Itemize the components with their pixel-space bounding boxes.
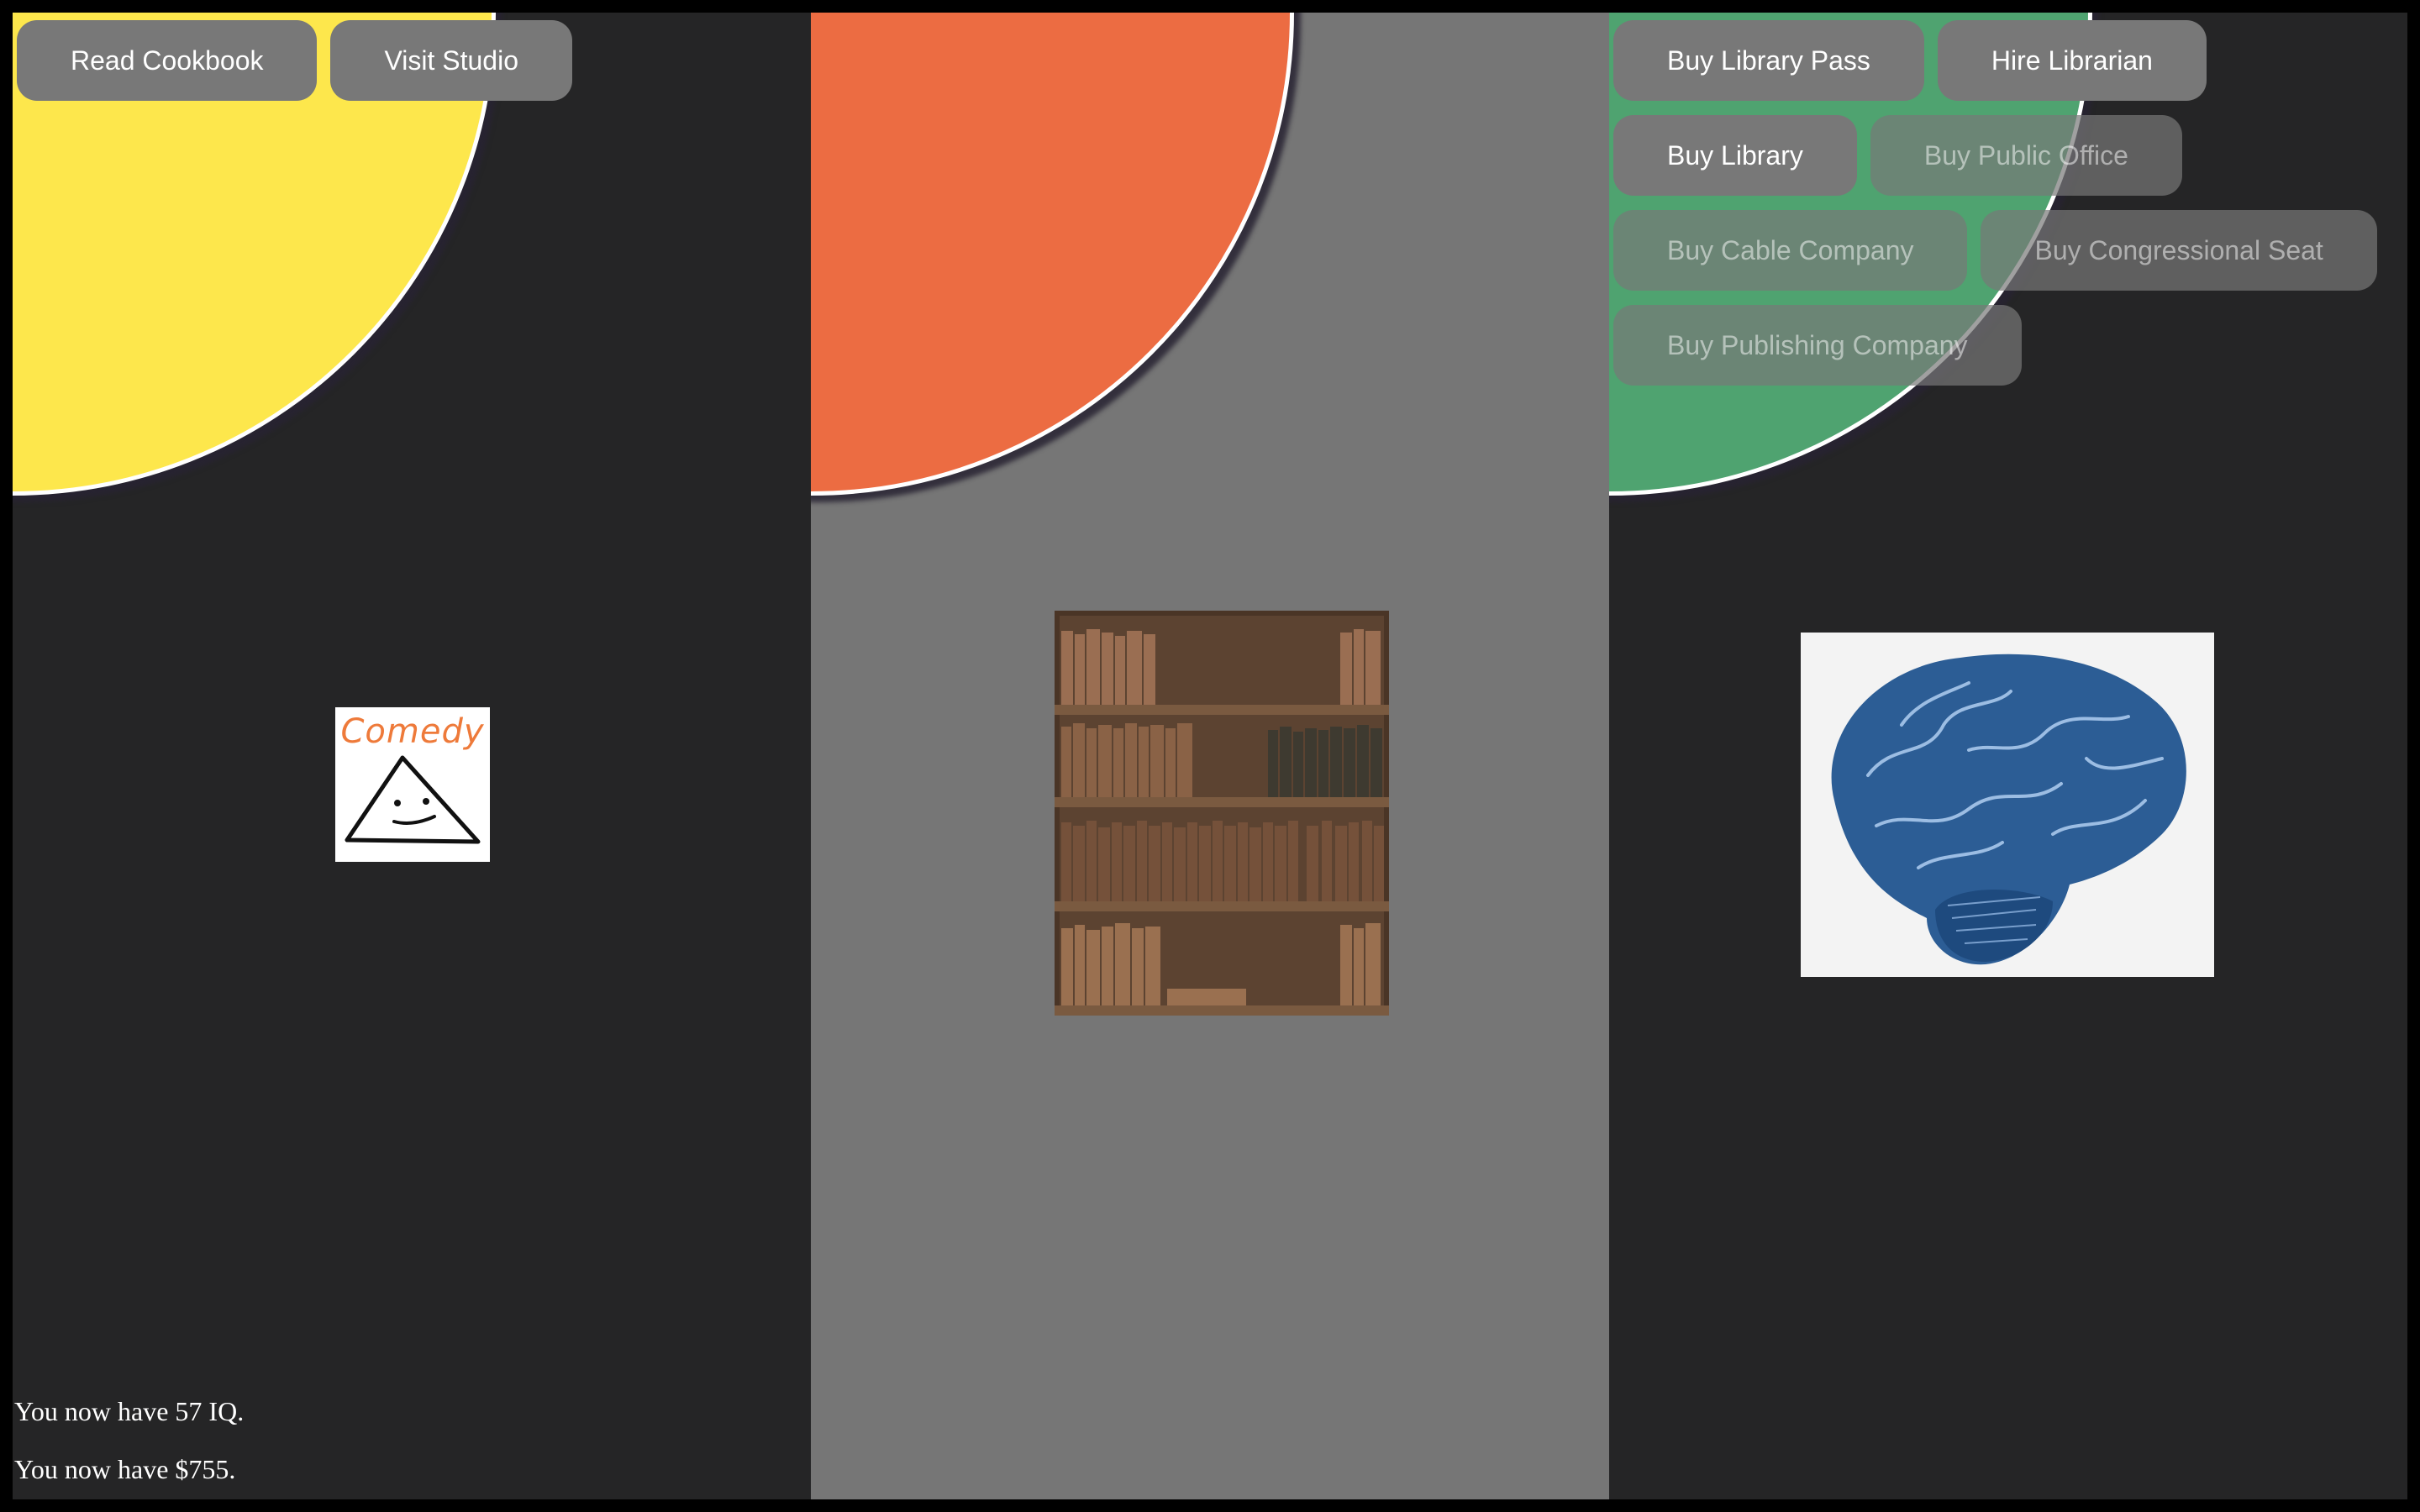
comedy-image: Comedy <box>335 707 490 862</box>
right-button-row-3: Buy Cable Company Buy Congressional Seat <box>1613 210 2377 291</box>
read-cookbook-button[interactable]: Read Cookbook <box>17 20 318 101</box>
buy-congressional-seat-button[interactable]: Buy Congressional Seat <box>1981 210 2377 291</box>
brain-image <box>1801 633 2214 977</box>
bookshelf-image <box>1055 611 1389 1016</box>
buy-library-pass-button[interactable]: Buy Library Pass <box>1613 20 1924 101</box>
buy-publishing-company-button[interactable]: Buy Publishing Company <box>1613 305 2022 386</box>
buy-cable-company-button[interactable]: Buy Cable Company <box>1613 210 1968 291</box>
left-panel: Read Cookbook Visit Studio Comedy You no… <box>13 13 811 1499</box>
right-panel: Buy Library Pass Hire Librarian Buy Libr… <box>1609 13 2407 1499</box>
iq-status-text: You now have 57 IQ. <box>14 1396 245 1426</box>
game-frame: Read Cookbook Visit Studio Comedy You no… <box>13 13 2407 1499</box>
right-button-row-1: Buy Library Pass Hire Librarian <box>1613 20 2207 101</box>
left-button-row: Read Cookbook Visit Studio <box>17 20 572 101</box>
right-button-row-4: Buy Publishing Company <box>1613 305 2022 386</box>
buy-public-office-button[interactable]: Buy Public Office <box>1870 115 2182 196</box>
visit-studio-button[interactable]: Visit Studio <box>330 20 572 101</box>
middle-panel <box>811 13 1609 1499</box>
right-button-row-2: Buy Library Buy Public Office <box>1613 115 2182 196</box>
comedy-image-text: Comedy <box>340 712 484 751</box>
money-status-text: You now have $755. <box>14 1454 236 1484</box>
orange-circle <box>811 13 1294 496</box>
buy-library-button[interactable]: Buy Library <box>1613 115 1857 196</box>
hire-librarian-button[interactable]: Hire Librarian <box>1937 20 2207 101</box>
